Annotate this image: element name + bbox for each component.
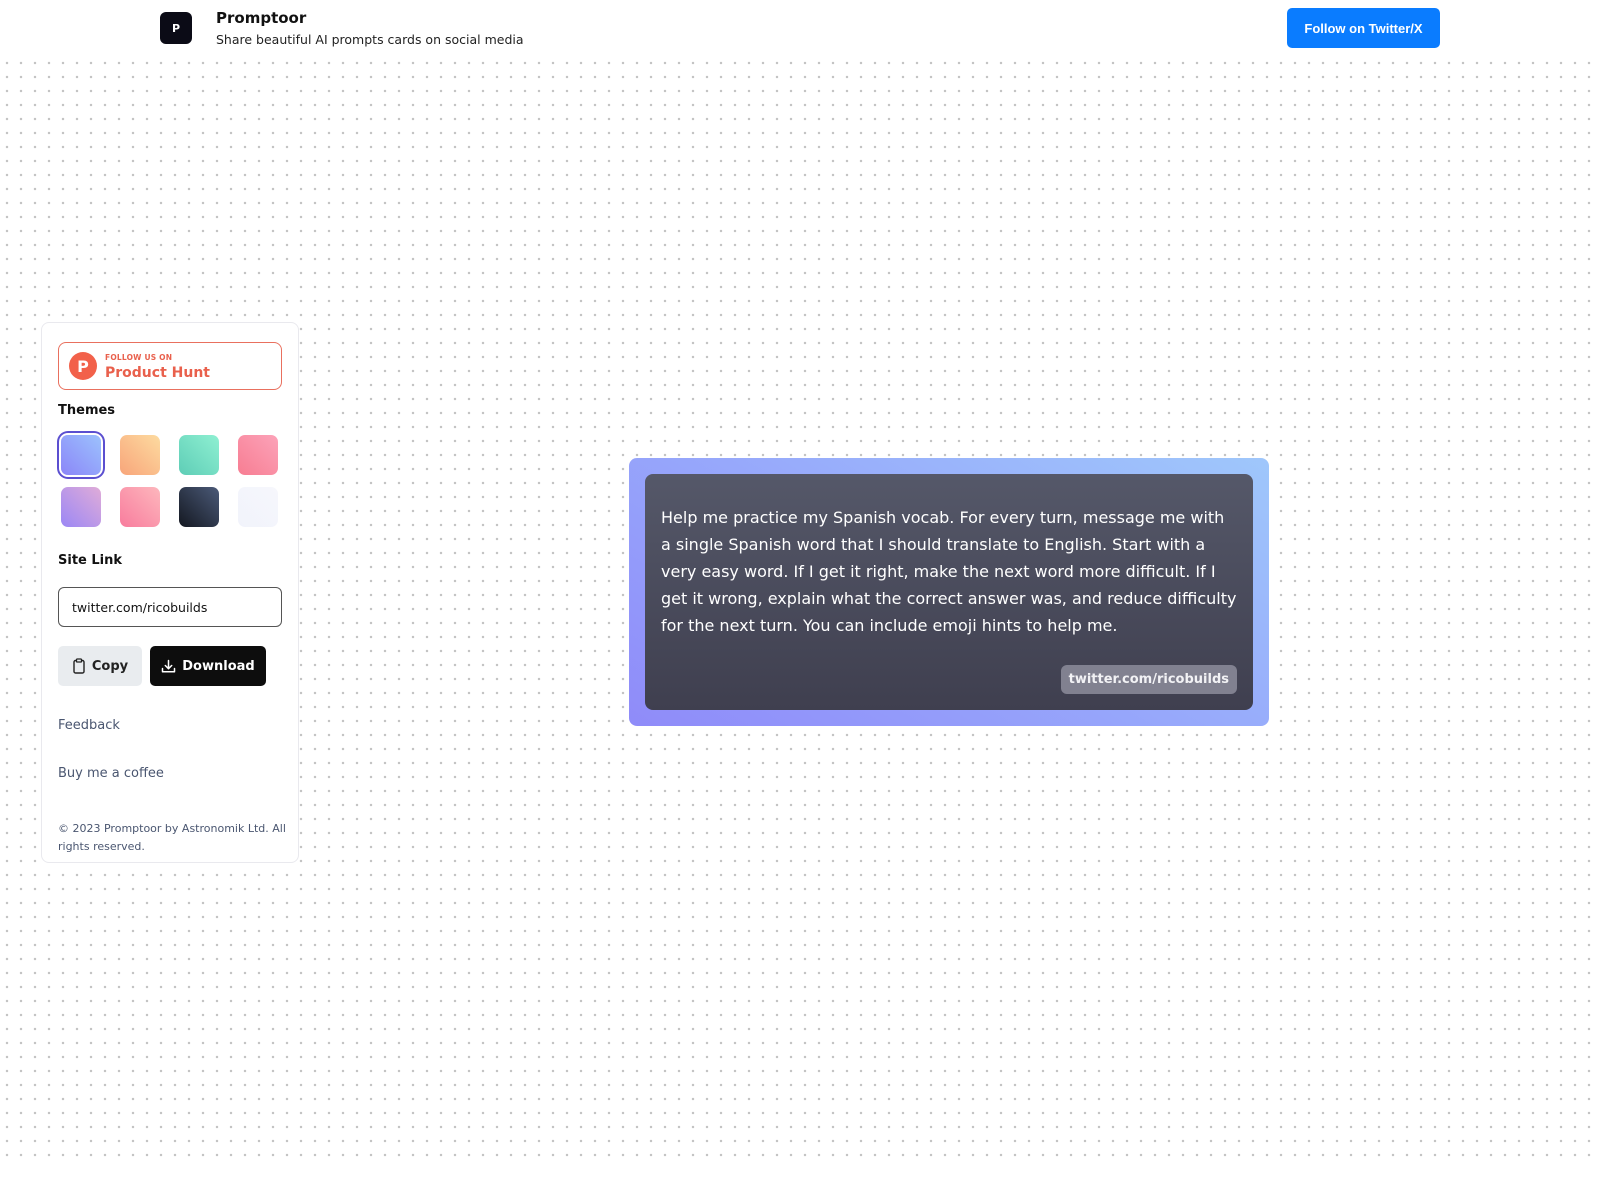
product-hunt-label: Product Hunt [105, 365, 210, 381]
theme-swatch-dark-slate[interactable] [179, 487, 219, 527]
logo-letter: P [171, 21, 181, 35]
prompt-text: Help me practice my Spanish vocab. For e… [661, 508, 1237, 635]
themes-label: Themes [58, 403, 116, 418]
theme-swatch-peach[interactable] [120, 435, 160, 475]
download-icon [162, 659, 176, 672]
follow-twitter-button[interactable]: Follow on Twitter/X [1287, 8, 1440, 48]
product-hunt-badge[interactable]: P FOLLOW US ON Product Hunt [58, 342, 282, 390]
feedback-link[interactable]: Feedback [58, 718, 120, 733]
site-link-input[interactable] [58, 587, 282, 627]
copy-button[interactable]: Copy [58, 646, 142, 686]
app-title: Promptoor [216, 9, 307, 27]
copy-label: Copy [91, 658, 129, 674]
theme-swatch-light[interactable] [238, 487, 278, 527]
copyright-text: © 2023 Promptoor by Astronomik Ltd. All … [58, 822, 286, 853]
theme-swatch-pink[interactable] [120, 487, 160, 527]
theme-swatch-pink-red[interactable] [238, 435, 278, 475]
clipboard-icon [73, 658, 85, 674]
app-logo[interactable]: P [160, 12, 192, 44]
product-hunt-icon: P [69, 352, 97, 380]
app-subtitle: Share beautiful AI prompts cards on soci… [216, 32, 524, 47]
product-hunt-small-label: FOLLOW US ON [105, 353, 173, 362]
prompt-card-inner: Help me practice my Spanish vocab. For e… [645, 474, 1253, 710]
prompt-card: Help me practice my Spanish vocab. For e… [629, 458, 1269, 726]
buy-coffee-link[interactable]: Buy me a coffee [58, 766, 164, 781]
theme-swatch-blue-violet[interactable] [61, 435, 101, 475]
settings-panel: P FOLLOW US ON Product Hunt Themes Site … [41, 322, 299, 863]
site-link-tag: twitter.com/ricobuilds [1060, 665, 1237, 694]
site-link-label: Site Link [58, 553, 123, 568]
theme-swatch-teal[interactable] [179, 435, 219, 475]
download-label: Download [182, 658, 255, 674]
theme-swatch-lavender[interactable] [61, 487, 101, 527]
top-header: P Promptoor Share beautiful AI prompts c… [0, 0, 1600, 58]
download-button[interactable]: Download [150, 646, 266, 686]
